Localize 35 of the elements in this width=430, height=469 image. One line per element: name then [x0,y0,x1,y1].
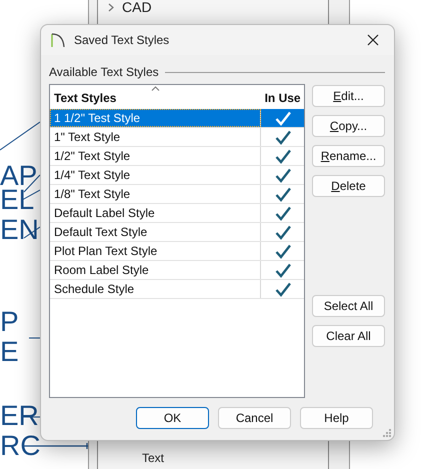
window-title: Saved Text Styles [74,33,170,47]
dialog-button[interactable]: OK [136,407,209,429]
column-header[interactable]: Text Styles [50,91,262,109]
dialog-button[interactable]: Delete [312,175,385,197]
column-header[interactable]: In Use [261,91,304,109]
dialog-button[interactable]: Clear All [312,325,385,347]
drawing-label: ER [0,402,39,430]
close-icon[interactable] [367,34,379,46]
tree-item[interactable]: CAD [122,0,152,15]
dialog-button[interactable]: Edit... [312,85,385,107]
dialog-button[interactable]: Cancel [218,407,291,429]
list-row[interactable]: Schedule Style [50,280,304,299]
list-row[interactable]: 1/8" Text Style [50,185,304,204]
list-row[interactable]: 1/2" Text Style [50,147,304,166]
list-row[interactable]: Default Text Style [50,223,304,242]
group-label: Available Text Styles [49,65,159,79]
dialog-button[interactable]: Help [300,407,373,429]
list-row[interactable]: 1/4" Text Style [50,166,304,185]
dialog-button[interactable]: Select All [312,295,385,317]
dialog-button[interactable]: Copy... [312,115,385,137]
resize-grip-icon[interactable] [383,429,391,437]
chevron-icon[interactable] [108,2,114,12]
drawing-label: P [0,308,19,336]
app-icon [50,32,66,48]
sort-icon[interactable] [151,86,160,91]
tree-item[interactable]: Text [142,451,328,465]
drawing-label: E [0,338,19,366]
list-row[interactable]: Plot Plan Text Style [50,242,304,261]
drawing-label: EN [0,216,39,244]
list-row[interactable]: 1 1/2" Test Style [50,109,304,128]
dialog-button[interactable]: Rename... [312,145,385,167]
list-row[interactable]: Default Label Style [50,204,304,223]
list-row[interactable]: 1" Text Style [50,128,304,147]
drawing-label: RC [0,432,40,460]
list-row[interactable]: Room Label Style [50,261,304,280]
